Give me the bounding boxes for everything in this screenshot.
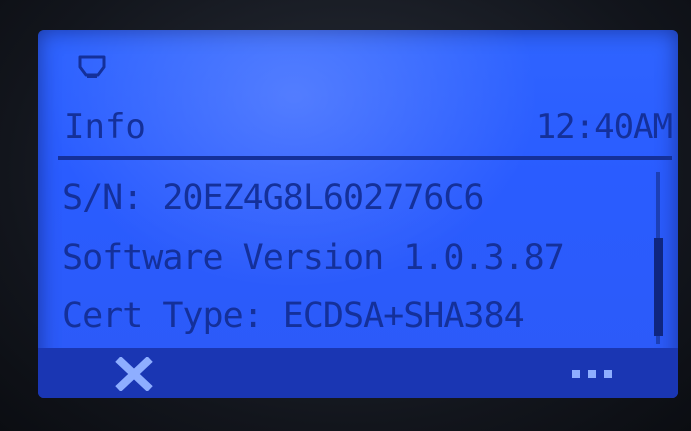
network-icon bbox=[78, 55, 106, 78]
softkey-bar bbox=[38, 348, 678, 398]
status-bar bbox=[68, 48, 648, 88]
cert-type-line: Cert Type: ECDSA+SHA384 bbox=[62, 296, 525, 336]
scrollbar-thumb[interactable] bbox=[654, 238, 663, 336]
serial-number-line: S/N: 20EZ4G8L602776C6 bbox=[62, 178, 485, 218]
lcd-screen: Info 12:40AM S/N: 20EZ4G8L602776C6 Softw… bbox=[38, 30, 678, 398]
page-title: Info bbox=[64, 107, 146, 147]
more-icon bbox=[572, 370, 612, 378]
close-icon bbox=[115, 357, 153, 391]
close-softkey[interactable] bbox=[106, 354, 162, 394]
more-softkey[interactable] bbox=[560, 354, 624, 394]
header-divider bbox=[58, 156, 672, 160]
clock-time: 12:40AM bbox=[535, 107, 673, 147]
software-version-line: Software Version 1.0.3.87 bbox=[62, 238, 565, 278]
header: Info 12:40AM bbox=[64, 104, 673, 150]
info-list[interactable]: S/N: 20EZ4G8L602776C6 Software Version 1… bbox=[62, 166, 652, 346]
